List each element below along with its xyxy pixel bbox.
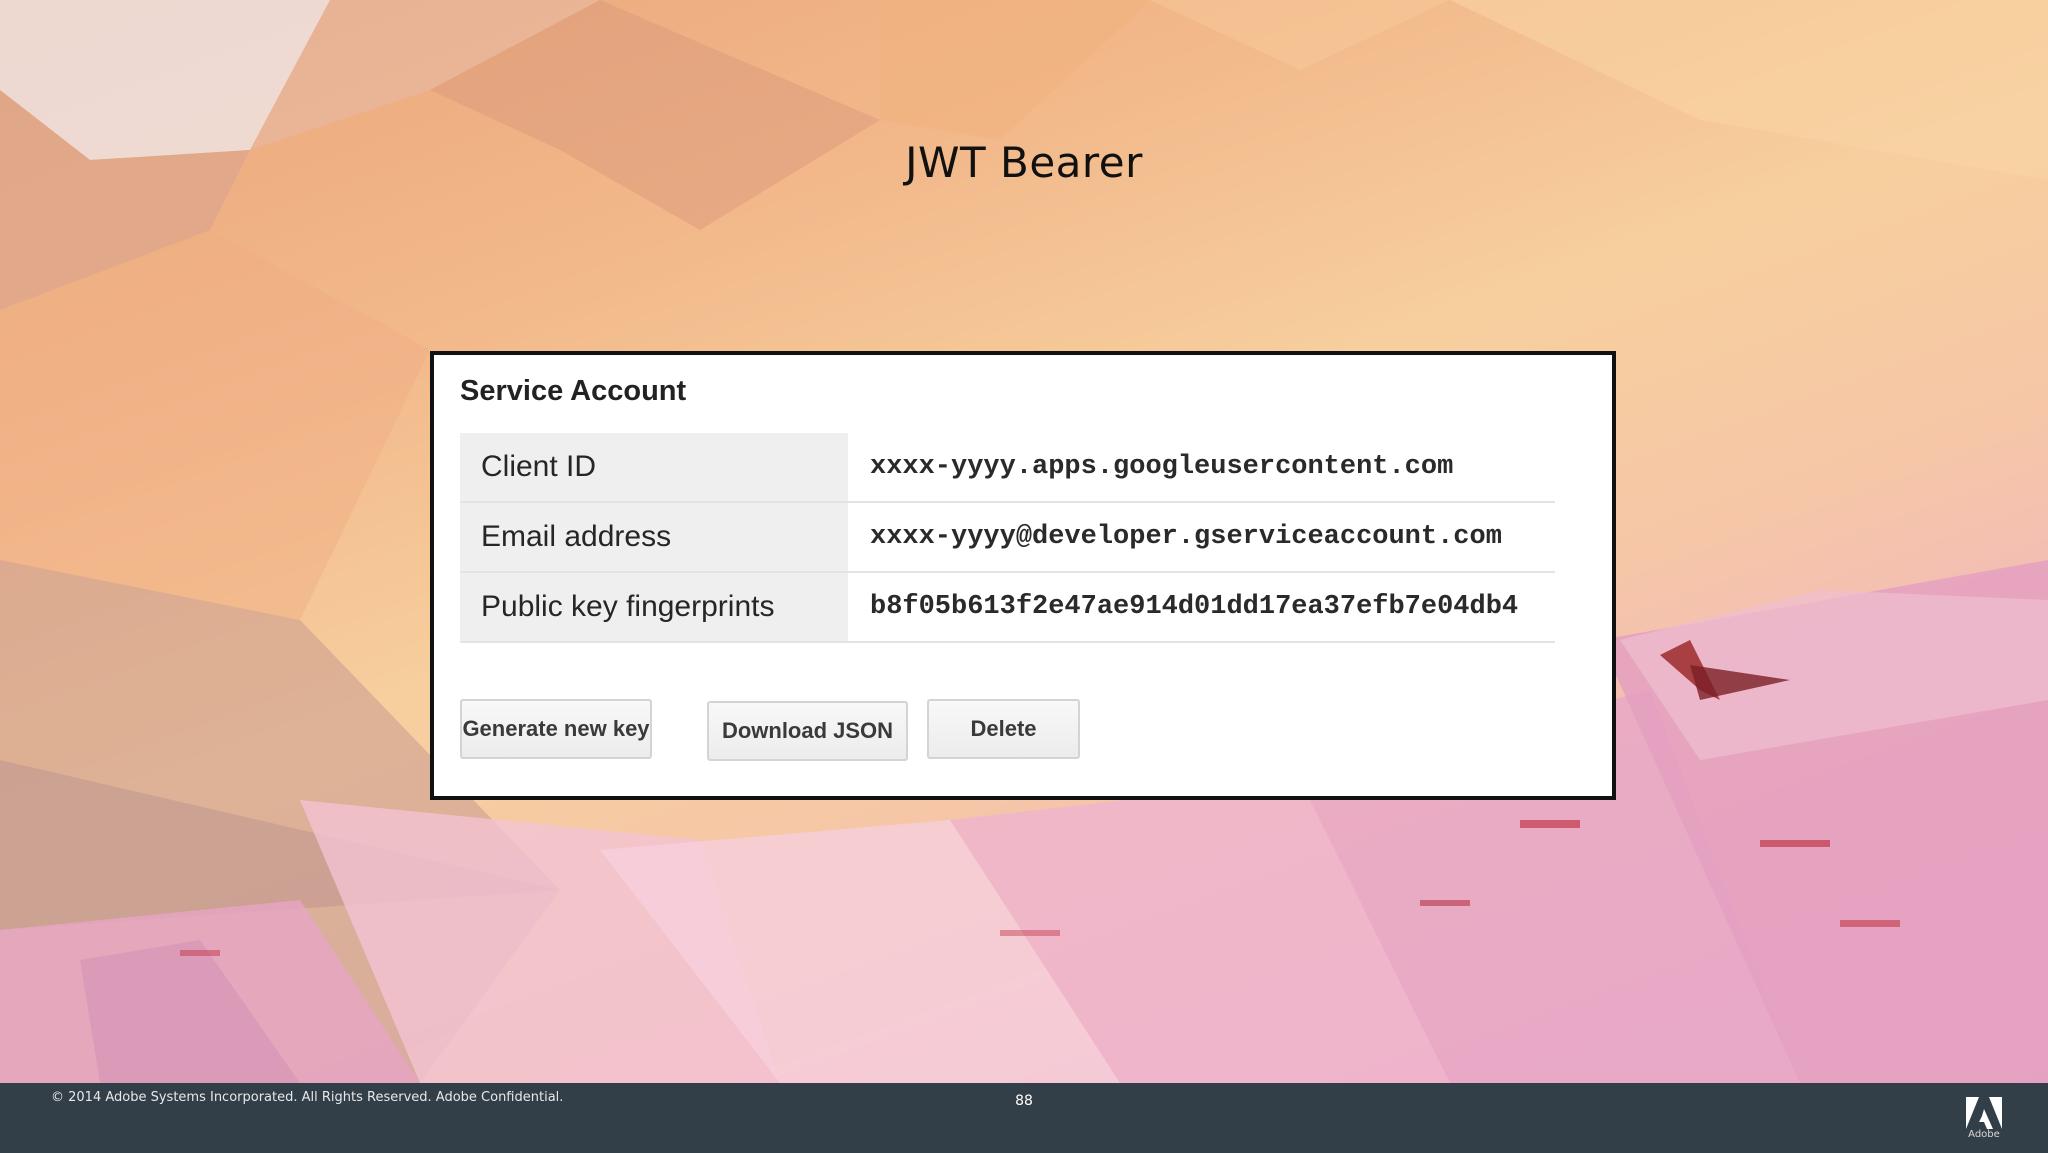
slide-title: JWT Bearer bbox=[905, 138, 1143, 187]
email-address-label: Email address bbox=[460, 502, 848, 573]
client-id-value: xxxx-yyyy.apps.googleusercontent.com bbox=[848, 433, 1555, 503]
delete-button[interactable]: Delete bbox=[927, 699, 1080, 759]
generate-new-key-button[interactable]: Generate new key bbox=[460, 699, 652, 759]
download-json-button[interactable]: Download JSON bbox=[707, 701, 908, 761]
adobe-logo-text: Adobe bbox=[1968, 1129, 2000, 1140]
page-number: 88 bbox=[1015, 1093, 1033, 1109]
service-account-heading: Service Account bbox=[460, 375, 687, 407]
table-row: Public key fingerprints b8f05b613f2e47ae… bbox=[460, 572, 1555, 643]
table-row: Client ID xxxx-yyyy.apps.googleuserconte… bbox=[460, 433, 1555, 503]
public-key-fingerprints-value: b8f05b613f2e47ae914d01dd17ea37efb7e04db4 bbox=[848, 572, 1555, 643]
service-account-panel: Service Account Client ID xxxx-yyyy.apps… bbox=[430, 351, 1616, 800]
email-address-value: xxxx-yyyy@developer.gserviceaccount.com bbox=[848, 502, 1555, 573]
public-key-fingerprints-label: Public key fingerprints bbox=[460, 572, 848, 643]
slide: JWT Bearer Service Account Client ID xxx… bbox=[0, 0, 2048, 1153]
table-row: Email address xxxx-yyyy@developer.gservi… bbox=[460, 502, 1555, 573]
client-id-label: Client ID bbox=[460, 433, 848, 503]
service-account-table: Client ID xxxx-yyyy.apps.googleuserconte… bbox=[460, 433, 1555, 643]
